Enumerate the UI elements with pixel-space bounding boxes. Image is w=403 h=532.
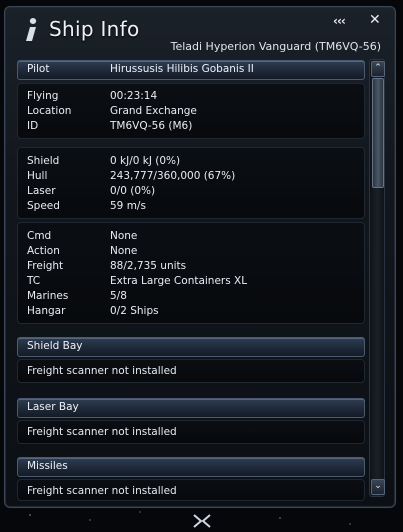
resize-handle-icon[interactable] (190, 512, 214, 530)
row-label: Laser (27, 185, 56, 197)
section-title: Shield Bay (27, 340, 83, 352)
row-value: 5/8 (110, 290, 127, 302)
shield-bay-header[interactable]: Shield Bay (17, 337, 365, 357)
title-bar[interactable]: Ship Info ‹‹‹ ✕ Teladi Hyperion Vanguard… (5, 7, 395, 61)
ship-info-window: Ship Info ‹‹‹ ✕ Teladi Hyperion Vanguard… (4, 6, 396, 508)
row-label: Cmd (27, 230, 52, 242)
row-label: Location (27, 105, 72, 117)
close-button[interactable]: ✕ (369, 12, 381, 28)
collapse-button[interactable]: ‹‹‹ (333, 14, 346, 28)
row-value: None (110, 245, 138, 257)
command-panel: Cmd None Action None Freight 88/2,735 un… (17, 222, 365, 324)
row-value: 59 m/s (110, 200, 146, 212)
row-label: Hull (27, 170, 48, 182)
laser-bay-header[interactable]: Laser Bay (17, 398, 365, 418)
missiles-header[interactable]: Missiles (17, 457, 365, 477)
missiles-panel: Freight scanner not installed (17, 479, 365, 501)
scroll-up-button[interactable]: ⌃ (371, 61, 385, 77)
row-label: Speed (27, 200, 60, 212)
row-label: TC (27, 275, 41, 287)
row-label: Action (27, 245, 60, 257)
scroll-down-button[interactable]: ⌄ (371, 479, 385, 495)
missiles-text: Freight scanner not installed (27, 485, 177, 497)
row-value: TM6VQ-56 (M6) (110, 120, 193, 132)
row-label: Flying (27, 90, 59, 102)
row-label: Hangar (27, 305, 66, 317)
pilot-label: Pilot (27, 63, 50, 75)
scrollbar-thumb[interactable] (372, 78, 384, 188)
laser-bay-panel: Freight scanner not installed (17, 420, 365, 444)
row-label: ID (27, 120, 39, 132)
row-value: 0 kJ/0 kJ (0%) (110, 155, 181, 167)
laser-bay-text: Freight scanner not installed (27, 426, 177, 438)
scrollbar[interactable]: ⌃ ⌄ (369, 59, 385, 497)
row-label: Marines (27, 290, 69, 302)
row-value: Extra Large Containers XL (110, 275, 248, 287)
shield-bay-panel: Freight scanner not installed (17, 359, 365, 383)
row-value: None (110, 230, 138, 242)
ship-info-content: Pilot Hirussusis Hilibis Gobanis II Flyi… (17, 59, 365, 501)
row-value: 88/2,735 units (110, 260, 187, 272)
row-value: 243,777/360,000 (67%) (110, 170, 236, 182)
ship-name: Teladi Hyperion Vanguard (TM6VQ-56) (170, 40, 381, 53)
row-value: 00:23:14 (110, 90, 158, 102)
stats-panel: Shield 0 kJ/0 kJ (0%) Hull 243,777/360,0… (17, 147, 365, 219)
row-label: Shield (27, 155, 60, 167)
pilot-row: Pilot Hirussusis Hilibis Gobanis II (17, 60, 365, 80)
row-value: 0/2 Ships (110, 305, 159, 317)
window-title: Ship Info (49, 17, 140, 41)
section-title: Missiles (27, 460, 68, 472)
info-icon (26, 18, 37, 41)
row-label: Freight (27, 260, 64, 272)
status-panel: Flying 00:23:14 Location Grand Exchange … (17, 83, 365, 139)
row-value: Grand Exchange (110, 105, 197, 117)
row-value: 0/0 (0%) (110, 185, 156, 197)
shield-bay-text: Freight scanner not installed (27, 365, 177, 377)
section-title: Laser Bay (27, 401, 79, 413)
pilot-value: Hirussusis Hilibis Gobanis II (110, 63, 254, 75)
